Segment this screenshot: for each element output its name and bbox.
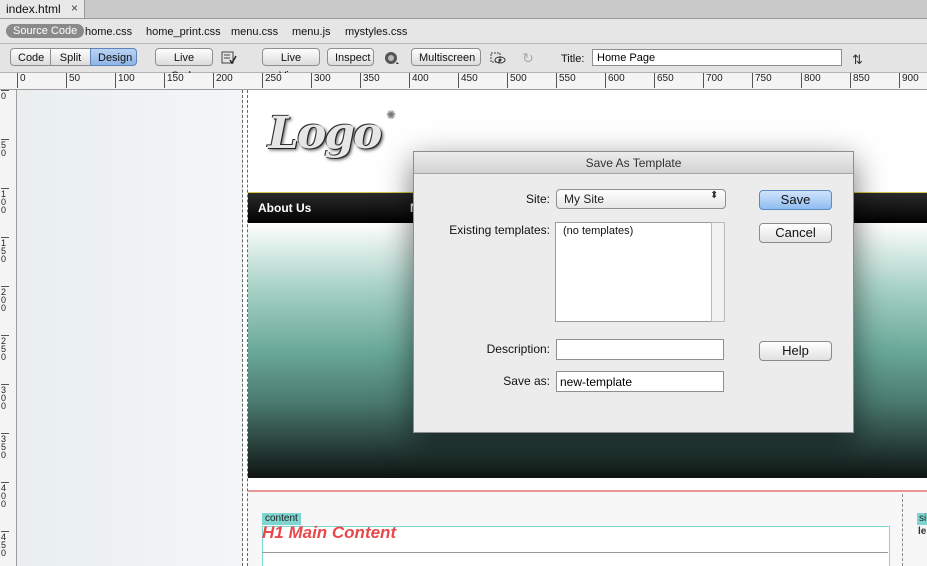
ruler-tick-label: 450 bbox=[458, 73, 478, 88]
title-label: Title: bbox=[561, 53, 585, 65]
sidebar-text: le bbox=[918, 526, 927, 537]
related-files-bar: Source Code home.css home_print.css menu… bbox=[0, 19, 927, 44]
ruler-tick-label: 100 bbox=[1, 188, 9, 215]
ruler-tick-label: 600 bbox=[605, 73, 625, 88]
ruler-tick-label: 0 bbox=[1, 90, 9, 101]
site-label: Site: bbox=[525, 192, 550, 206]
vertical-ruler: 0 50 100 150 200 250 300 350 400 450 bbox=[0, 90, 17, 566]
nav-item-about-us[interactable]: About Us bbox=[258, 201, 311, 215]
related-file-mystyles-css[interactable]: mystyles.css bbox=[345, 26, 407, 38]
related-file-home-print-css[interactable]: home_print.css bbox=[146, 26, 221, 38]
ruler-tick-label: 500 bbox=[507, 73, 527, 88]
dialog-title: Save As Template bbox=[585, 156, 682, 170]
help-button[interactable]: Help bbox=[759, 341, 832, 361]
existing-templates-list[interactable] bbox=[555, 222, 712, 322]
list-item: (no templates) bbox=[563, 225, 634, 237]
ruler-tick-label: 50 bbox=[1, 139, 9, 158]
ruler-tick-label: 550 bbox=[556, 73, 576, 88]
visual-aids-icon[interactable] bbox=[490, 50, 506, 66]
ruler-tick-label: 250 bbox=[1, 335, 9, 362]
content-divider bbox=[262, 552, 888, 553]
select-arrows-icon: ⬍ bbox=[710, 190, 719, 201]
ruler-tick-label: 450 bbox=[1, 531, 9, 558]
cancel-button[interactable]: Cancel bbox=[759, 223, 832, 243]
ruler-tick-label: 300 bbox=[311, 73, 331, 88]
sidebar-div-tag: si bbox=[917, 513, 927, 525]
split-view-button[interactable]: Split bbox=[50, 48, 91, 66]
ruler-tick-label: 200 bbox=[1, 286, 9, 313]
ruler-tick-label: 750 bbox=[752, 73, 772, 88]
ruler-tick-label: 400 bbox=[1, 482, 9, 509]
ruler-tick-label: 250 bbox=[262, 73, 282, 88]
ruler-tick-label: 900 bbox=[899, 73, 919, 88]
close-tab-icon[interactable]: × bbox=[71, 1, 78, 15]
ruler-tick-label: 100 bbox=[115, 73, 135, 88]
design-view-button[interactable]: Design bbox=[90, 48, 137, 66]
site-select[interactable]: My Site bbox=[556, 189, 726, 209]
document-tab-title: index.html bbox=[6, 2, 61, 16]
sparkle-icon: ✺ bbox=[386, 108, 397, 122]
document-tab[interactable]: index.html × bbox=[0, 0, 85, 18]
save-as-label: Save as: bbox=[503, 374, 550, 388]
document-toolbar: Code Split Design Live Code Live View In… bbox=[0, 44, 927, 82]
live-code-button[interactable]: Live Code bbox=[155, 48, 213, 82]
main-heading[interactable]: H1 Main Content bbox=[262, 523, 396, 543]
dialog-titlebar[interactable]: Save As Template bbox=[414, 152, 853, 174]
inspect-button[interactable]: Inspect bbox=[327, 48, 374, 66]
horizontal-ruler: 0 50 100 150 200 250 300 350 400 450 500 550 600 650 7… bbox=[0, 73, 927, 90]
ruler-tick-label: 0 bbox=[17, 73, 26, 88]
refresh-icon[interactable]: ↻ bbox=[520, 50, 536, 66]
ruler-tick-label: 200 bbox=[213, 73, 233, 88]
ruler-tick-label: 150 bbox=[1, 237, 9, 264]
file-transfer-icon[interactable]: ⇅ bbox=[852, 52, 863, 68]
related-file-menu-js[interactable]: menu.js bbox=[292, 26, 331, 38]
save-button[interactable]: Save bbox=[759, 190, 832, 210]
related-file-home-css[interactable]: home.css bbox=[85, 26, 132, 38]
related-file-menu-css[interactable]: menu.css bbox=[231, 26, 278, 38]
existing-templates-label: Existing templates: bbox=[449, 223, 550, 237]
description-field[interactable] bbox=[556, 339, 724, 360]
ruler-tick-label: 800 bbox=[801, 73, 821, 88]
ruler-tick-label: 300 bbox=[1, 384, 9, 411]
ruler-tick-label: 350 bbox=[360, 73, 380, 88]
page-title-input[interactable] bbox=[592, 49, 842, 66]
canvas-left-gutter bbox=[17, 90, 243, 566]
templates-scrollbar[interactable] bbox=[711, 222, 725, 322]
description-label: Description: bbox=[486, 342, 550, 356]
logo: Logo bbox=[268, 108, 382, 159]
browser-preview-icon[interactable] bbox=[384, 50, 400, 66]
ruler-tick-label: 150 bbox=[164, 73, 184, 88]
ruler-tick-label: 350 bbox=[1, 433, 9, 460]
multiscreen-button[interactable]: Multiscreen bbox=[411, 48, 481, 66]
code-view-button[interactable]: Code bbox=[10, 48, 51, 66]
source-code-button[interactable]: Source Code bbox=[6, 24, 85, 38]
check-page-icon[interactable] bbox=[221, 50, 237, 66]
ruler-tick-label: 50 bbox=[66, 73, 80, 88]
sidebar-separator bbox=[902, 494, 904, 566]
ruler-tick-label: 700 bbox=[703, 73, 723, 88]
save-as-field[interactable] bbox=[556, 371, 724, 392]
ruler-tick-label: 650 bbox=[654, 73, 674, 88]
save-as-template-dialog: Save As Template Site: My Site ⬍ Existin… bbox=[413, 151, 854, 433]
ruler-tick-label: 850 bbox=[850, 73, 870, 88]
ruler-tick-label: 400 bbox=[409, 73, 429, 88]
document-tab-bar: index.html × bbox=[0, 0, 927, 19]
live-view-button[interactable]: Live View bbox=[262, 48, 320, 82]
